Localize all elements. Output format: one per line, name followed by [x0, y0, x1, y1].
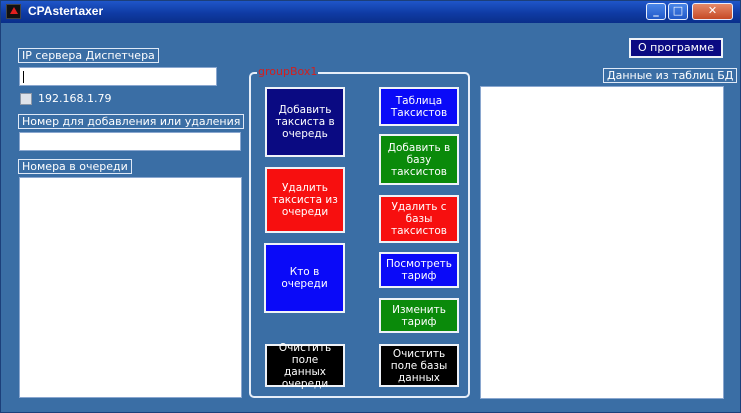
who-in-queue-label: Кто в очереди [281, 266, 328, 290]
number-label: Номер для добавления или удаления [18, 114, 245, 129]
ip-input[interactable] [19, 67, 217, 86]
title-bar[interactable]: CPAstertaxer _ □ ✕ [1, 1, 740, 23]
db-listbox[interactable] [480, 86, 724, 399]
groupbox-title: groupBox1 [257, 65, 319, 78]
close-button[interactable]: ✕ [692, 3, 733, 20]
add-to-queue-button[interactable]: Добавить таксиста в очередь [265, 87, 345, 157]
clear-db-field-label: Очистить поле базы данных [390, 347, 448, 384]
view-tariff-button[interactable]: Посмотреть тариф [379, 252, 459, 288]
remove-from-db-label: Удалить с базы таксистов [391, 201, 447, 237]
add-to-queue-label: Добавить таксиста в очередь [275, 104, 335, 140]
who-in-queue-button[interactable]: Кто в очереди [264, 243, 345, 313]
taxi-table-label: Таблица Таксистов [390, 94, 448, 119]
clear-queue-field-button[interactable]: Очистить поле данных очереди [265, 341, 345, 390]
clear-db-field-button[interactable]: Очистить поле базы данных [379, 344, 459, 387]
add-to-db-button[interactable]: Добавить в базу таксистов [379, 134, 459, 185]
change-tariff-label: Изменить тариф [392, 303, 446, 328]
text-caret [23, 71, 24, 83]
taxi-table-button[interactable]: Таблица Таксистов [379, 87, 459, 126]
maximize-icon: □ [672, 4, 684, 17]
minimize-button[interactable]: _ [646, 3, 666, 20]
queue-listbox[interactable] [19, 177, 242, 398]
ip-checkbox-label[interactable]: 192.168.1.79 [38, 92, 111, 105]
remove-from-queue-button[interactable]: Удалить таксиста из очереди [265, 167, 345, 233]
ip-checkbox[interactable] [20, 93, 32, 105]
remove-from-db-button[interactable]: Удалить с базы таксистов [379, 195, 459, 243]
queue-label: Номера в очереди [18, 159, 132, 174]
maximize-button[interactable]: □ [668, 3, 688, 20]
main-window: CPAstertaxer _ □ ✕ IP сервера Диспетчера… [0, 0, 741, 413]
app-icon [6, 4, 21, 19]
ip-label: IP сервера Диспетчера [18, 48, 159, 63]
add-to-db-label: Добавить в базу таксистов [387, 141, 451, 178]
close-icon: ✕ [707, 4, 718, 17]
view-tariff-label: Посмотреть тариф [386, 258, 452, 282]
minimize-icon: _ [653, 4, 659, 17]
db-label: Данные из таблиц БД [603, 68, 738, 83]
about-button[interactable]: О программе [629, 38, 723, 58]
remove-from-queue-label: Удалить таксиста из очереди [272, 182, 338, 218]
change-tariff-button[interactable]: Изменить тариф [379, 298, 459, 333]
clear-queue-field-label: Очистить поле данных очереди [278, 341, 332, 390]
window-title: CPAstertaxer [28, 4, 104, 18]
number-input[interactable] [19, 132, 241, 151]
